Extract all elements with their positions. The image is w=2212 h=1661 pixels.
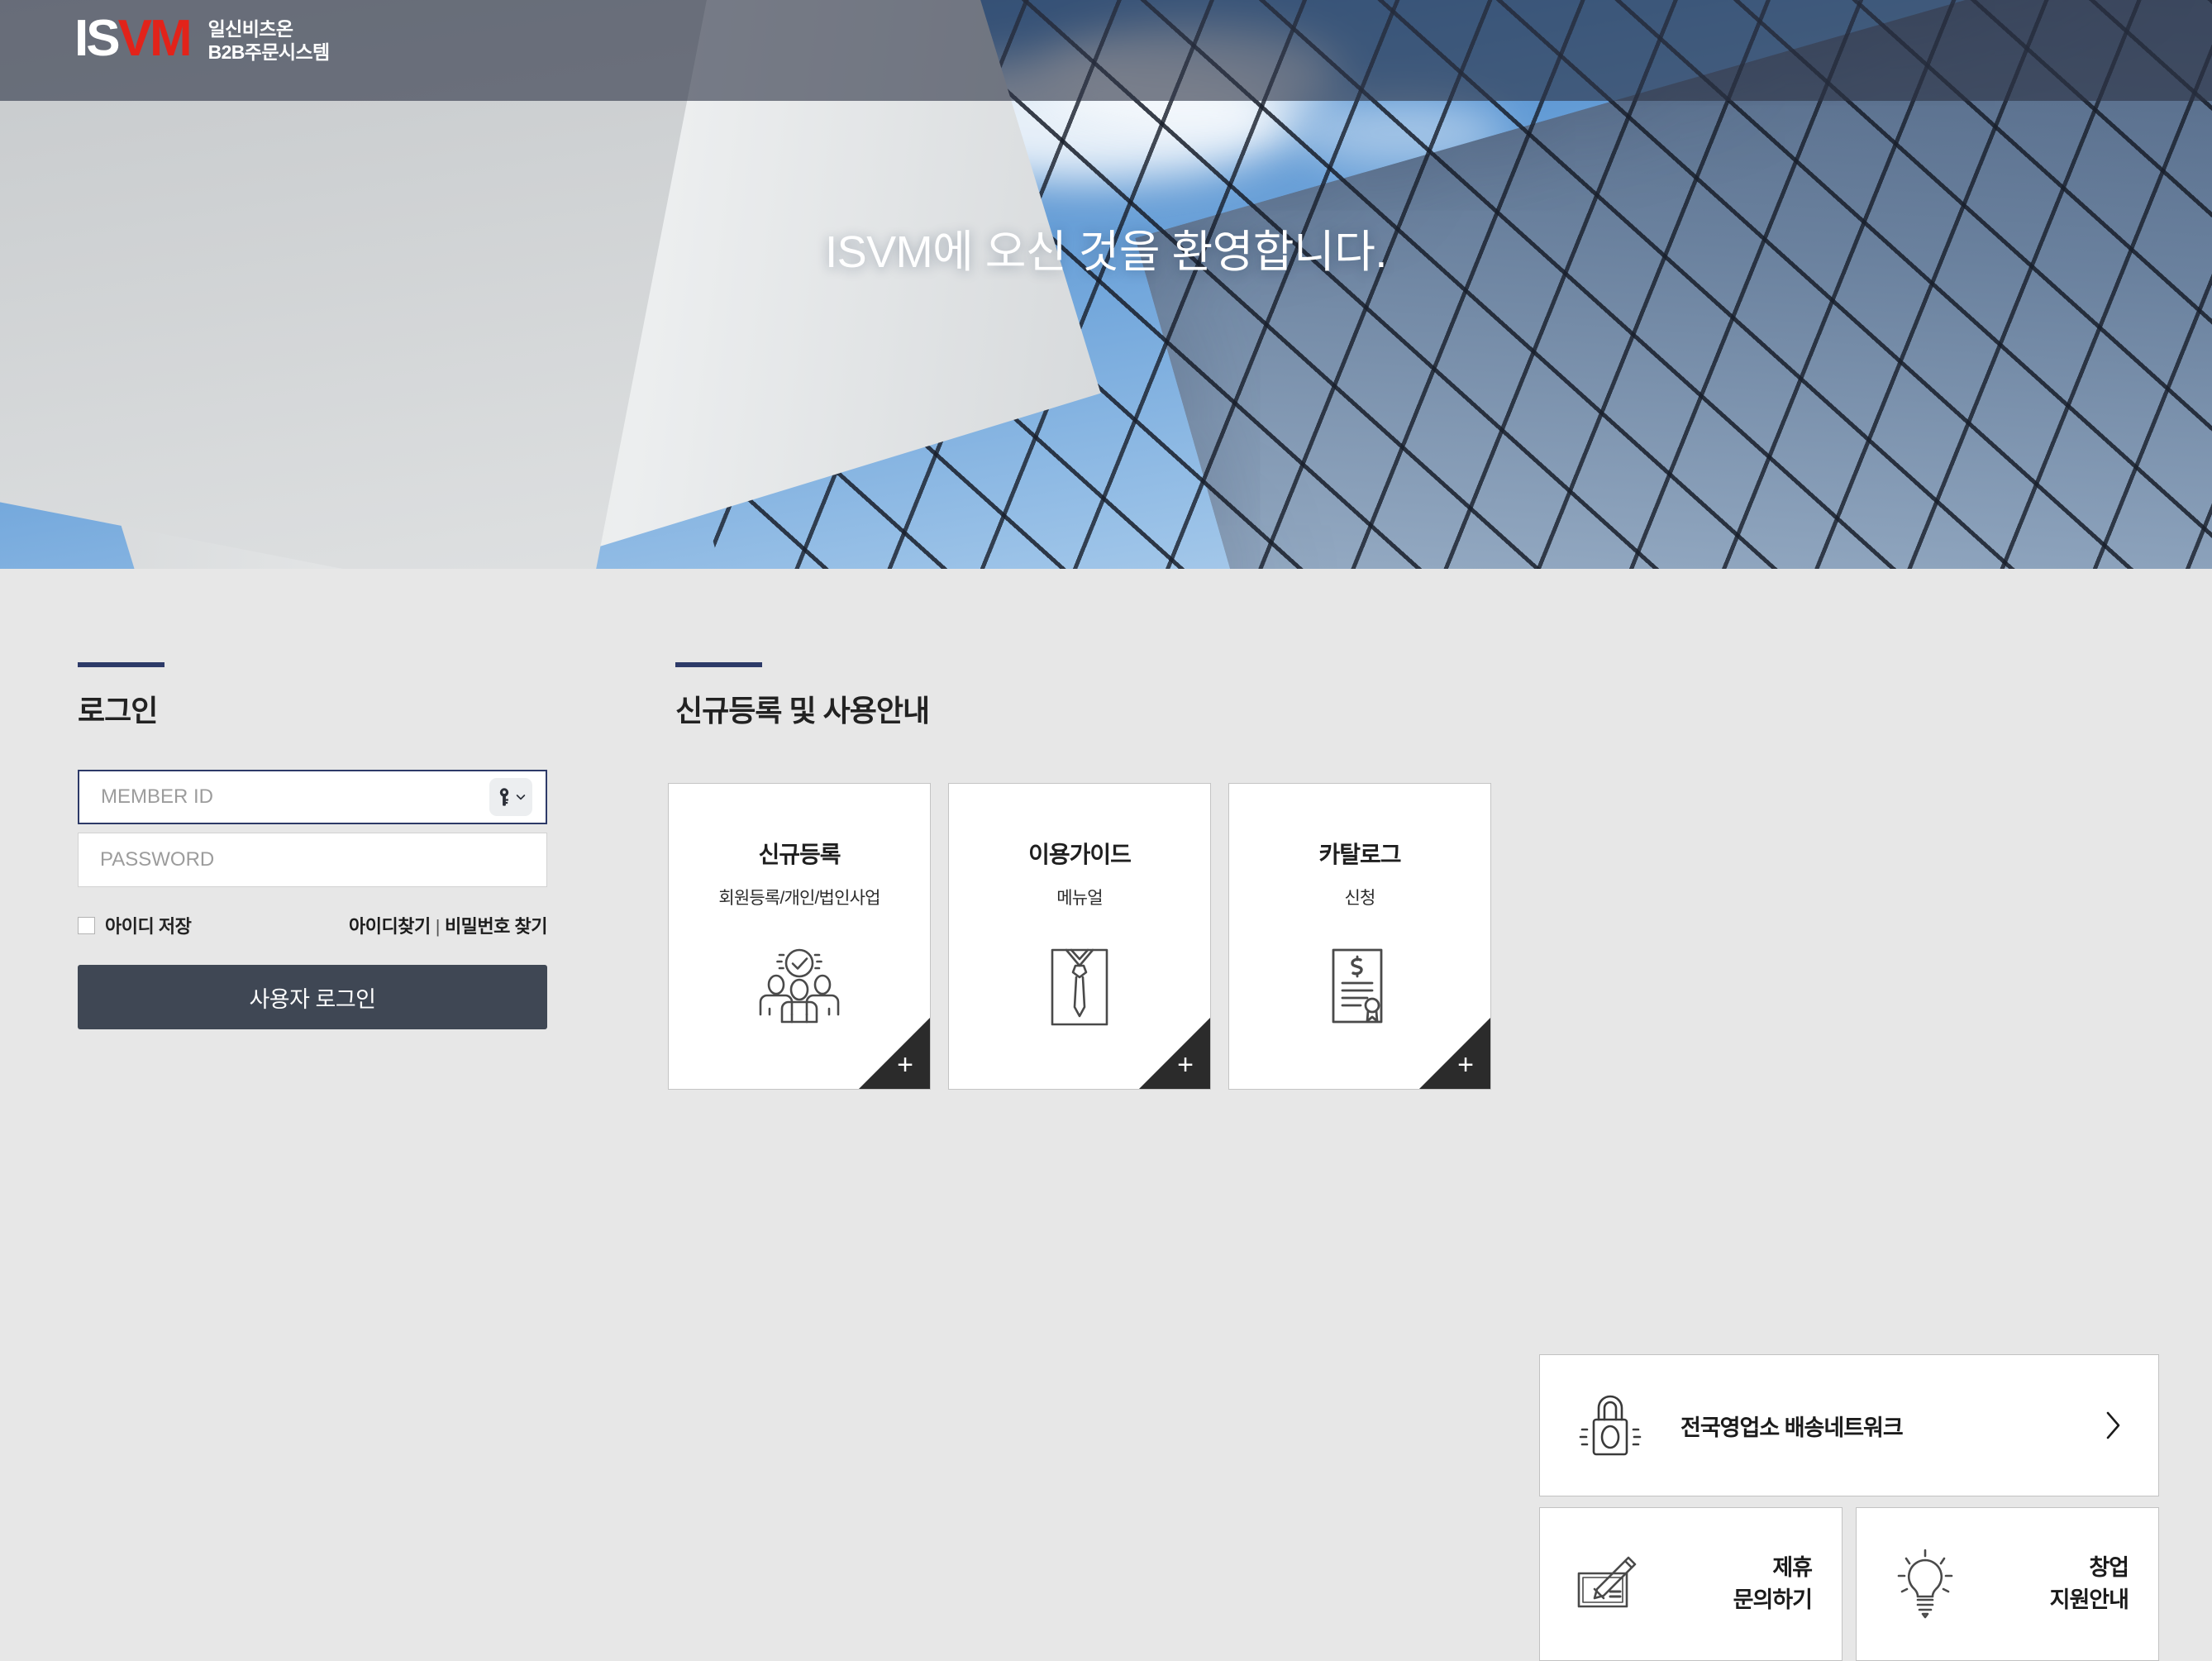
password-input[interactable] [79,833,546,886]
logo-text-is: IS [74,10,121,67]
guide-section-title: 신규등록 및 사용안내 [675,694,930,728]
card-title: 이용가이드 [1028,842,1132,867]
quick-links-panels: 전국영업소 배송네트워크 제휴 문의하기 창업 지원안내 [1539,1354,2159,1661]
member-id-field[interactable] [78,770,547,824]
guide-accent-rule [675,662,762,667]
card-corner-triangle [1139,1018,1210,1089]
find-id-link[interactable]: 아이디찾기 [349,916,431,937]
lock-icon [1540,1390,1680,1461]
panel-partnership-inquiry[interactable]: 제휴 문의하기 [1539,1507,1843,1661]
logo[interactable]: ISVM 일신비츠온 B2B주문시스템 [74,13,330,64]
guide-cards: 신규등록 회원등록/개인/법인사업 + 이용가이드 메뉴얼 + 카탈로그 신청 … [668,783,1491,1090]
member-id-input[interactable] [79,771,546,823]
card-corner-triangle [859,1018,930,1089]
card-subtitle: 신청 [1344,889,1375,908]
card-catalog[interactable]: 카탈로그 신청 + [1228,783,1491,1090]
login-accent-rule [78,662,164,667]
shirt-tie-icon [949,946,1210,1029]
card-title: 카탈로그 [1318,842,1401,867]
login-form: 아이디 저장 아이디찾기|비밀번호 찾기 사용자 로그인 [78,770,549,1029]
panel-label: 전국영업소 배송네트워크 [1680,1415,1904,1440]
chevron-down-icon [516,795,526,800]
pen-write-icon [1540,1555,1677,1613]
logo-text-vm: VM [117,10,193,67]
find-links-separator: | [435,916,441,937]
card-subtitle: 메뉴얼 [1056,889,1103,908]
logo-mark: ISVM [74,10,193,67]
card-plus-icon[interactable]: + [897,1051,913,1079]
panel-label-line2: 문의하기 [1733,1587,1813,1612]
remember-id-checkbox[interactable] [78,916,95,934]
login-submit-button[interactable]: 사용자 로그인 [78,965,547,1029]
people-check-icon [669,946,930,1025]
hero-title: ISVM에 오신 것을 환영합니다. [825,227,1387,277]
card-user-guide[interactable]: 이용가이드 메뉴얼 + [948,783,1211,1090]
panel-label: 창업 지원안내 [1994,1552,2158,1616]
panel-label: 제휴 문의하기 [1677,1552,1842,1616]
card-plus-icon[interactable]: + [1457,1051,1474,1079]
card-subtitle: 회원등록/개인/법인사업 [718,889,880,908]
panel-startup-support[interactable]: 창업 지원안내 [1856,1507,2159,1661]
small-panels-row: 제휴 문의하기 창업 지원안내 [1539,1507,2159,1661]
logo-subtitle-line2: B2B주문시스템 [207,41,331,63]
chevron-right-icon[interactable] [2104,1410,2122,1441]
login-section: 로그인 MEMBER ID 아이디 저장 아이디찾기 | 비밀번호 찾기 사용자… [78,662,549,1029]
find-password-link[interactable]: 비밀번호 찾기 [445,916,548,937]
lightbulb-icon [1857,1549,1994,1620]
panel-label-line2: 지원안내 [2049,1587,2129,1612]
card-title: 신규등록 [758,842,841,867]
login-options-row: 아이디 저장 아이디찾기 | 비밀번호 찾기 [78,912,548,938]
key-icon[interactable] [489,778,532,816]
panel-delivery-network[interactable]: 전국영업소 배송네트워크 [1539,1354,2159,1496]
site-header: ISVM 일신비츠온 B2B주문시스템 [0,0,2212,101]
card-corner-triangle [1419,1018,1490,1089]
logo-subtitle: 일신비츠온 B2B주문시스템 [207,14,331,64]
remember-id-label: 아이디 저장 [105,916,192,937]
logo-subtitle-line1: 일신비츠온 [207,17,293,40]
find-links: 아이디찾기 | 비밀번호 찾기 [349,912,547,938]
main-content: 로그인 MEMBER ID 아이디 저장 아이디찾기 | 비밀번호 찾기 사용자… [0,569,2212,1661]
login-section-title: 로그인 [78,694,158,728]
card-plus-icon[interactable]: + [1177,1051,1194,1079]
password-field[interactable] [78,833,547,887]
panel-label-line1: 제휴 [1772,1554,1813,1580]
certificate-icon [1229,946,1490,1029]
remember-id-toggle[interactable]: 아이디 저장 [78,912,192,938]
panel-label-line1: 창업 [2089,1554,2129,1580]
card-new-registration[interactable]: 신규등록 회원등록/개인/법인사업 + [668,783,931,1090]
login-page: ISVM에 오신 것을 환영합니다. ISVM 일신비츠온 B2B주문시스템 로… [0,0,2212,1661]
guide-section-header: 신규등록 및 사용안내 [675,662,930,730]
